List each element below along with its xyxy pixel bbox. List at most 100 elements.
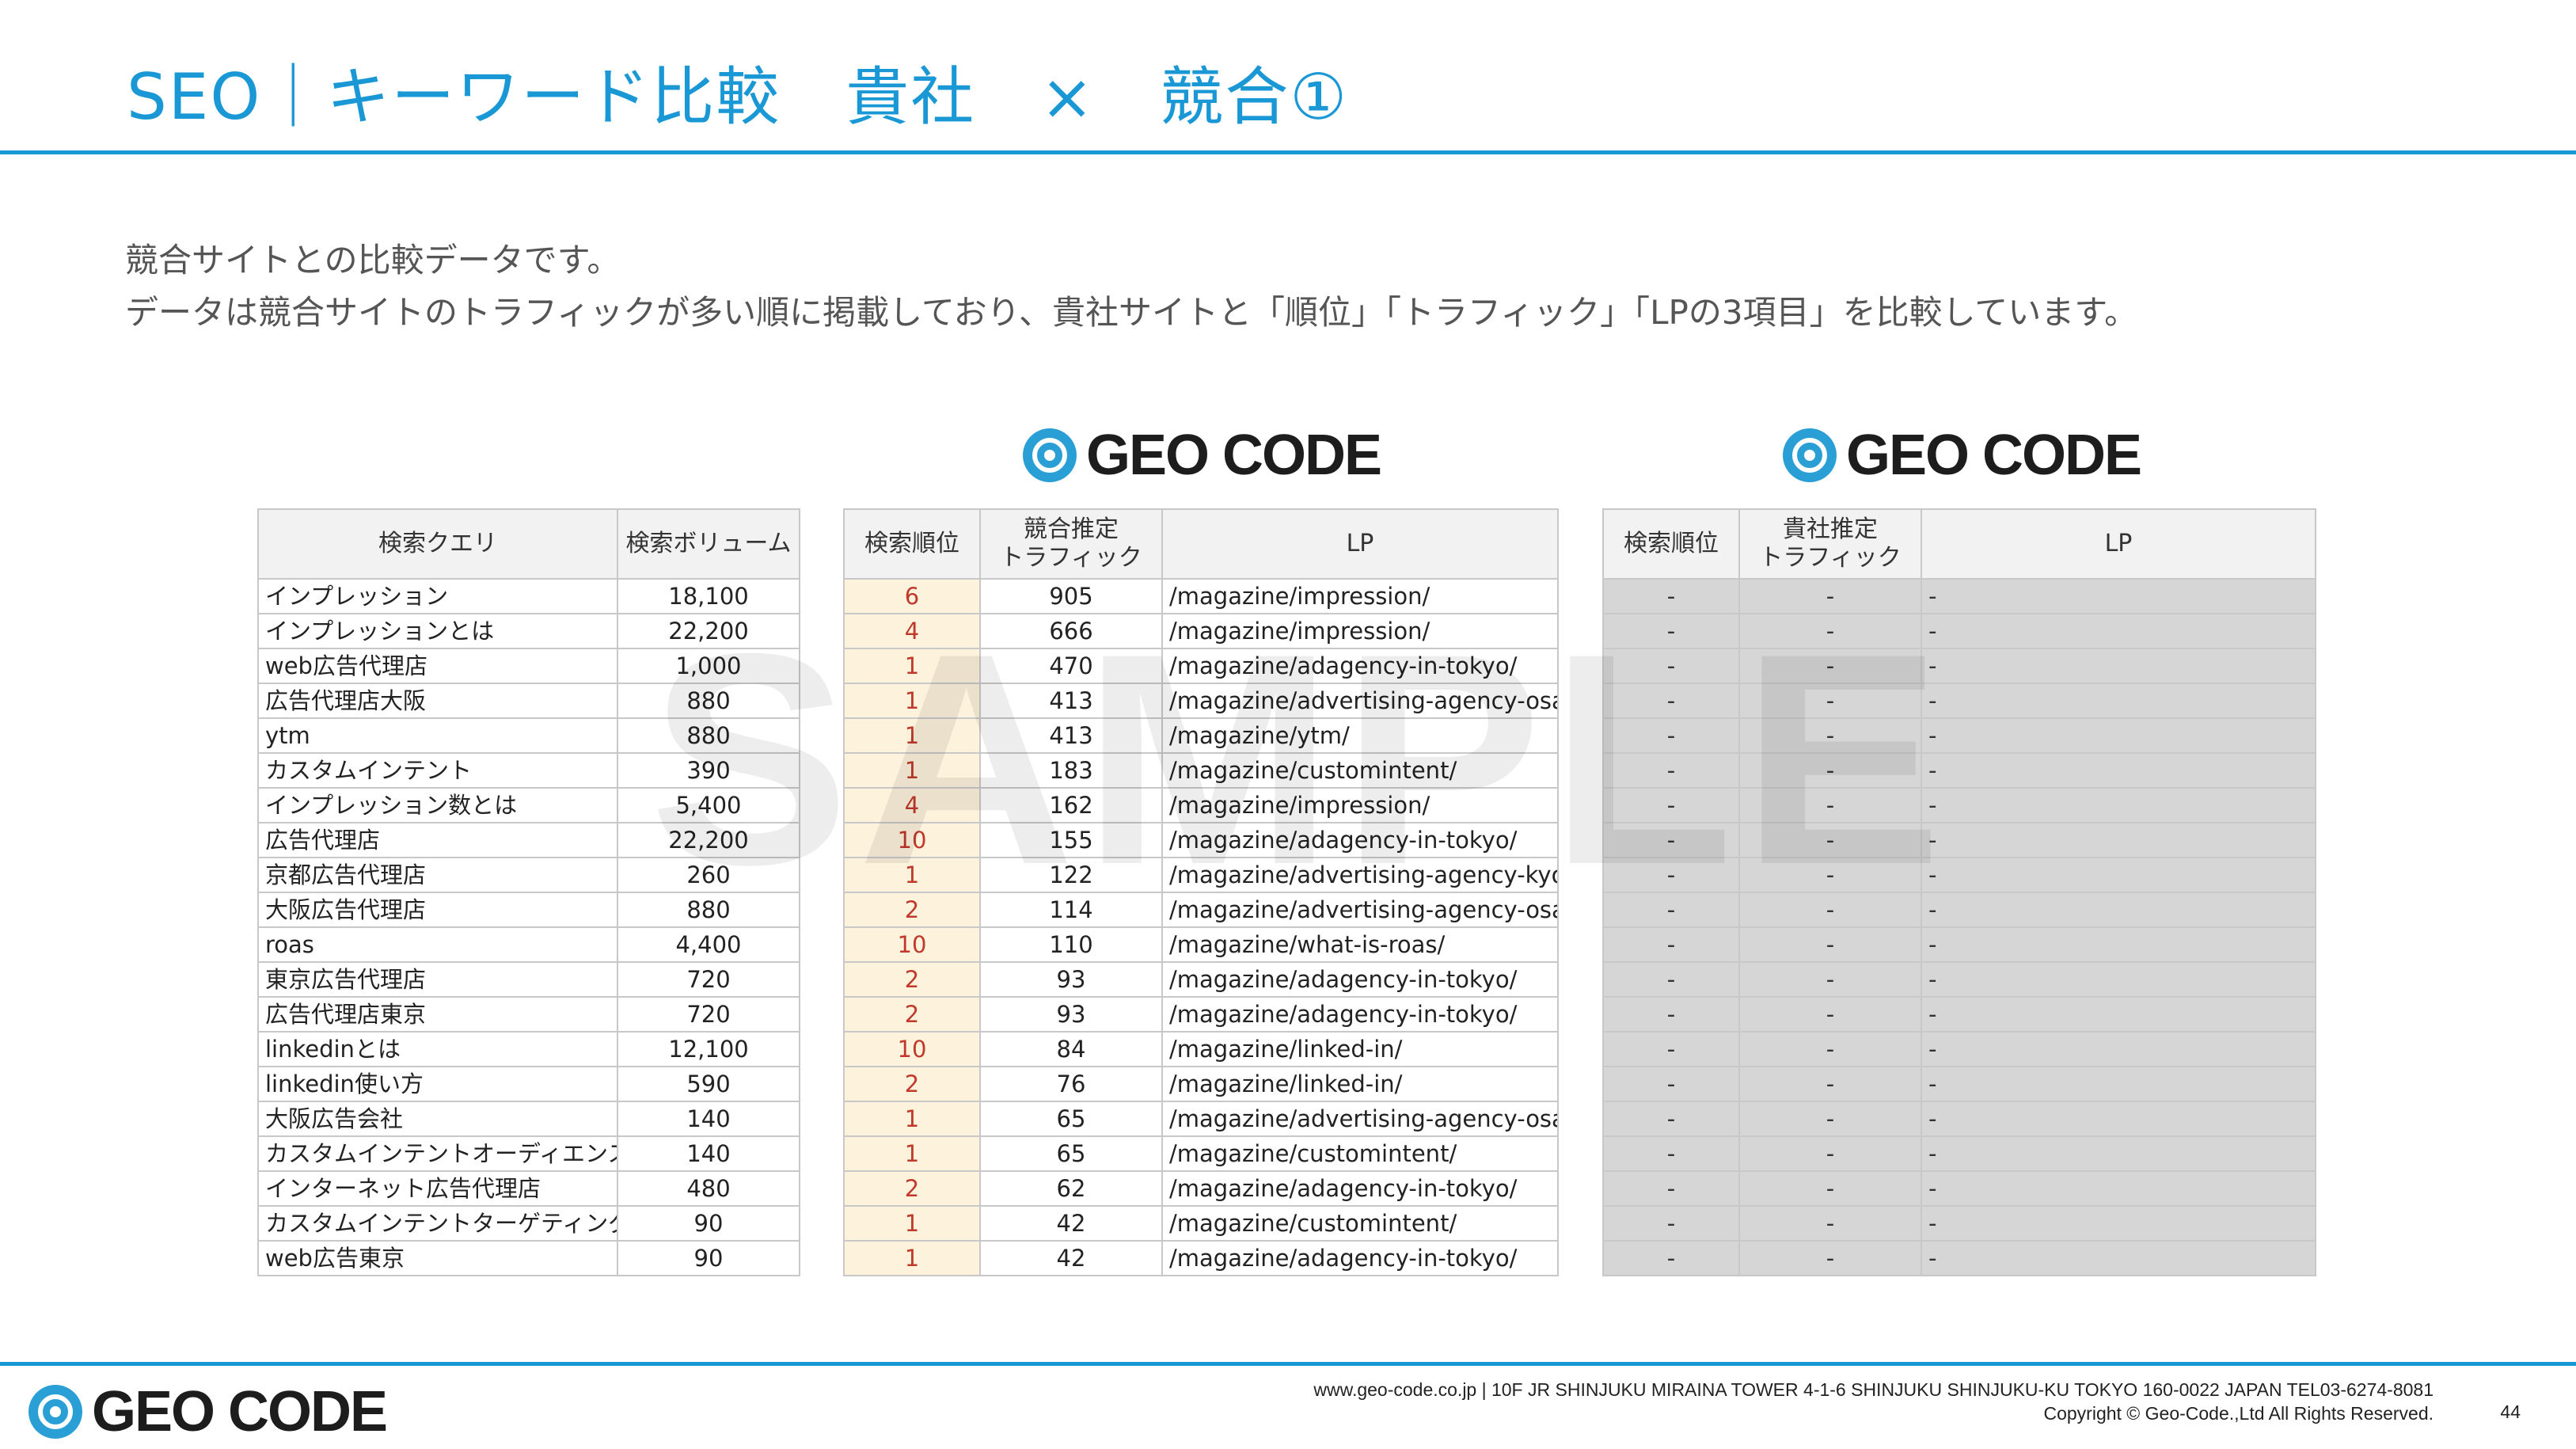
lp-cell: - [1921,1101,2316,1137]
lp-cell: /magazine/linked-in/ [1161,1066,1559,1102]
query-cell: カスタムインテントターゲティング [257,1205,618,1242]
lp-cell: /magazine/advertising-agency-kyoto/ [1161,857,1559,893]
rank-cell: 1 [843,717,981,754]
table-row: --- [1602,578,2316,614]
rank-cell: - [1602,648,1740,684]
traffic-cell: 65 [979,1101,1163,1137]
table-row: --- [1602,996,2316,1033]
lp-cell: /magazine/advertising-agency-osaka/ [1161,683,1559,719]
footer-address: www.geo-code.co.jp | 10F JR SHINJUKU MIR… [1313,1379,2434,1400]
lp-cell: /magazine/what-is-roas/ [1161,926,1559,963]
rank-cell: - [1602,752,1740,789]
table-row: カスタムインテント 390 [257,752,800,789]
volume-cell: 720 [617,996,800,1033]
table-row: インターネット広告代理店 480 [257,1170,800,1207]
rank-cell: - [1602,857,1740,893]
query-cell: インプレッション数とは [257,787,618,823]
title-divider [0,150,2576,154]
table-row: --- [1602,961,2316,998]
traffic-cell: - [1738,996,1922,1033]
volume-cell: 260 [617,857,800,893]
lp-cell: /magazine/impression/ [1161,613,1559,649]
table-row: インプレッションとは 22,200 [257,613,800,649]
table-row: 6 905/magazine/impression/ [843,578,1559,614]
rank-cell: - [1602,892,1740,928]
lp-cell: /magazine/adagency-in-tokyo/ [1161,1170,1559,1207]
volume-cell: 880 [617,717,800,754]
traffic-cell: - [1738,717,1922,754]
competitor-logo: GEO CODE [1023,423,1382,488]
lp-cell: /magazine/customintent/ [1161,1205,1559,1242]
table-row: --- [1602,1031,2316,1067]
traffic-cell: - [1738,1031,1922,1067]
table-row: --- [1602,1066,2316,1102]
lp-cell: - [1921,892,2316,928]
table-row: 大阪広告会社 140 [257,1101,800,1137]
query-cell: 東京広告代理店 [257,961,618,998]
traffic-cell: 155 [979,822,1163,858]
traffic-cell: - [1738,752,1922,789]
lp-cell: - [1921,1066,2316,1102]
volume-cell: 480 [617,1170,800,1207]
traffic-cell: - [1738,1205,1922,1242]
footer-logo: GEO CODE [28,1379,388,1444]
rank-cell: - [1602,926,1740,963]
rank-cell: 2 [843,1066,981,1102]
traffic-cell: 62 [979,1170,1163,1207]
query-cell: 大阪広告会社 [257,1101,618,1137]
query-cell: linkedinとは [257,1031,618,1067]
lp-cell: /magazine/customintent/ [1161,752,1559,789]
traffic-cell: - [1738,1066,1922,1102]
traffic-cell: - [1738,926,1922,963]
traffic-cell: - [1738,1135,1922,1172]
table-row: 2 93/magazine/adagency-in-tokyo/ [843,996,1559,1033]
table-row: 1 183/magazine/customintent/ [843,752,1559,789]
table-row: linkedinとは 12,100 [257,1031,800,1067]
traffic-cell: 65 [979,1135,1163,1172]
table-row: 1 122/magazine/advertising-agency-kyoto/ [843,857,1559,893]
rank-cell: 4 [843,613,981,649]
lp-cell: /magazine/advertising-agency-osaka/ [1161,1101,1559,1137]
competitor-table: 検索順位 競合推定 トラフィック LP 6 905/magazine/impres… [843,508,1559,1276]
table-header-row: 検索クエリ 検索ボリューム [257,508,800,580]
table-row: 大阪広告代理店 880 [257,892,800,928]
volume-cell: 390 [617,752,800,789]
description-line-1: 競合サイトとの比較データです。 [125,241,621,280]
rank-cell: 10 [843,822,981,858]
table-row: ytm 880 [257,717,800,754]
footer-copyright: Copyright © Geo-Code.,Ltd All Rights Res… [2043,1403,2434,1424]
lp-cell: /magazine/impression/ [1161,787,1559,823]
query-cell: ytm [257,717,618,754]
lp-cell: /magazine/ytm/ [1161,717,1559,754]
volume-cell: 5,400 [617,787,800,823]
header-query: 検索クエリ [257,508,618,580]
table-row: linkedin使い方 590 [257,1066,800,1102]
table-row: 広告代理店大阪 880 [257,683,800,719]
query-cell: カスタムインテント [257,752,618,789]
rank-cell: - [1602,683,1740,719]
table-row: 1 413/magazine/ytm/ [843,717,1559,754]
table-row: --- [1602,926,2316,963]
volume-cell: 140 [617,1135,800,1172]
rank-cell: - [1602,961,1740,998]
volume-cell: 22,200 [617,822,800,858]
rank-cell: 1 [843,1135,981,1172]
query-cell: インプレッション [257,578,618,614]
table-row: --- [1602,717,2316,754]
own-logo: GEO CODE [1783,423,2142,488]
header-lp: LP [1921,508,2316,580]
rank-cell: 2 [843,892,981,928]
lp-cell: /magazine/adagency-in-tokyo/ [1161,1240,1559,1276]
lp-cell: /magazine/impression/ [1161,578,1559,614]
lp-cell: - [1921,996,2316,1033]
table-row: 1 470/magazine/adagency-in-tokyo/ [843,648,1559,684]
table-row: 広告代理店東京 720 [257,996,800,1033]
keyword-table: 検索クエリ 検索ボリューム インプレッション 18,100 インプレッションとは 22… [257,508,800,1276]
rank-cell: 1 [843,857,981,893]
table-row: --- [1602,787,2316,823]
lp-cell: - [1921,857,2316,893]
lp-cell: - [1921,1031,2316,1067]
rank-cell: - [1602,822,1740,858]
rank-cell: 1 [843,1240,981,1276]
traffic-cell: 42 [979,1205,1163,1242]
